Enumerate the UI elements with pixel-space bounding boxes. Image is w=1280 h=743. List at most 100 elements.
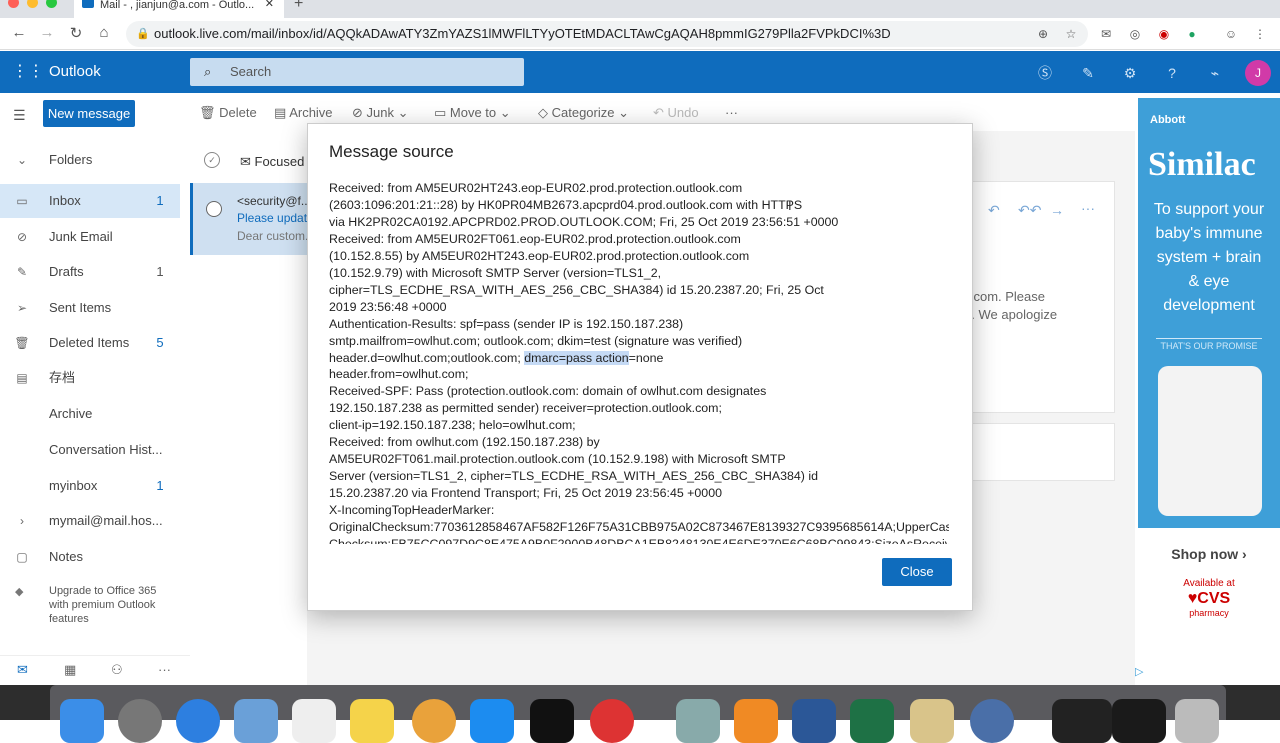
message-source-text[interactable]: Received: from AM5EUR02HT243.eop-EUR02.p… — [329, 180, 949, 544]
archive-label: Archive — [289, 105, 333, 120]
adchoices-icon[interactable]: ▷ — [1135, 665, 1143, 678]
ad-promise: THAT'S OUR PROMISE — [1156, 338, 1262, 351]
close-window-dot[interactable] — [8, 0, 19, 8]
archive-button[interactable]: ▤ Archive — [274, 105, 333, 121]
reply-icon[interactable]: ↶ — [988, 202, 1000, 219]
mail-extension-icon[interactable]: ✉ — [1097, 25, 1115, 43]
sidebar-item-archive-cn[interactable]: ▤ 存档 — [0, 361, 180, 395]
undo-button[interactable]: ↶ Undo — [653, 105, 699, 121]
extension-red-icon[interactable]: ◉ — [1155, 25, 1173, 43]
chevron-right-icon[interactable]: › — [14, 504, 30, 538]
textedit-icon[interactable] — [910, 699, 954, 743]
list-item[interactable]: <security@f... Please updat... Dear cust… — [190, 183, 317, 255]
window-thumbnail[interactable] — [1052, 699, 1112, 743]
sidebar-item-archive[interactable]: Archive — [0, 397, 180, 431]
chrome-icon[interactable] — [590, 699, 634, 743]
calendar-icon[interactable]: ▦ — [64, 662, 76, 678]
sidebar-item-sent[interactable]: ➢ Sent Items — [0, 291, 180, 325]
browser-tab[interactable]: Mail - , jianjun@a.com - Outlo... ✕ — [74, 0, 284, 18]
app-launcher-icon[interactable]: ⋮⋮ — [12, 63, 44, 81]
launchpad-icon[interactable] — [118, 699, 162, 743]
sidebar-item-myinbox[interactable]: myinbox 1 — [0, 469, 180, 503]
upgrade-link[interactable]: Upgrade to Office 365 with premium Outlo… — [49, 584, 169, 626]
selected-text: dmarc=pass action — [524, 350, 629, 365]
preview-icon[interactable] — [676, 699, 720, 743]
hamburger-menu-icon[interactable]: ☰ — [13, 107, 26, 124]
new-tab-button[interactable]: + — [294, 0, 303, 13]
delete-button[interactable]: 🗑 Delete — [199, 105, 257, 121]
outlook-brand[interactable]: Outlook — [49, 63, 101, 80]
forward-icon[interactable]: → — [1050, 202, 1064, 218]
photos-icon[interactable] — [412, 699, 456, 743]
more-options-icon[interactable]: ··· — [1081, 200, 1095, 216]
select-all-checkbox[interactable]: ✓ — [204, 152, 220, 168]
people-icon[interactable]: ⚇ — [111, 662, 123, 678]
compose-note-icon[interactable]: ✎ — [1078, 63, 1098, 83]
extension-icon[interactable]: ◎ — [1126, 25, 1144, 43]
sublime-icon[interactable] — [734, 699, 778, 743]
categorize-button[interactable]: ◇ Categorize ⌄ — [538, 105, 629, 121]
trash-dock-icon[interactable] — [1175, 699, 1219, 743]
maximize-window-dot[interactable] — [46, 0, 57, 8]
ad-shop-now[interactable]: Shop now › — [1138, 546, 1280, 562]
app-store-icon[interactable] — [470, 699, 514, 743]
menu-kebab-icon[interactable]: ⋮ — [1251, 25, 1269, 43]
sidebar-item-conversation-history[interactable]: Conversation Hist... — [0, 433, 180, 467]
new-message-button[interactable]: New message — [43, 100, 135, 127]
select-checkbox[interactable] — [206, 201, 222, 217]
finder-icon[interactable] — [60, 699, 104, 743]
excel-icon[interactable] — [850, 699, 894, 743]
more-actions-button[interactable]: ··· — [725, 105, 738, 120]
ad-product: Similac — [1148, 146, 1256, 183]
reload-icon[interactable]: ↻ — [66, 24, 86, 42]
sidebar-item-drafts[interactable]: ✎ Drafts 1 — [0, 255, 180, 289]
focused-label: Focused — [254, 154, 305, 169]
tab-close-icon[interactable]: ✕ — [265, 0, 274, 10]
mail-icon[interactable]: ✉ — [17, 662, 28, 678]
move-to-button[interactable]: ▭ Move to ⌄ — [434, 105, 511, 121]
skype-icon[interactable]: Ⓢ — [1035, 63, 1055, 83]
close-button[interactable]: Close — [882, 558, 952, 586]
tab-focused[interactable]: ✉ Focused — [240, 154, 304, 170]
back-arrow-icon[interactable]: ← — [9, 24, 29, 41]
more-apps-icon[interactable]: ··· — [158, 662, 171, 677]
ad-banner: Abbott Similac To support your baby's im… — [1138, 98, 1280, 528]
minimize-window-dot[interactable] — [27, 0, 38, 8]
gear-icon[interactable]: ⚙ — [1120, 63, 1140, 83]
window-thumbnail[interactable] — [1112, 699, 1166, 743]
sidebar-item-label: Drafts — [49, 264, 84, 279]
notes-app-icon[interactable] — [350, 699, 394, 743]
junk-button[interactable]: ⊘ Junk ⌄ — [352, 105, 409, 121]
dialog-title: Message source — [329, 142, 454, 161]
bookmark-star-icon[interactable]: ☆ — [1062, 25, 1080, 43]
contacts-icon[interactable] — [292, 699, 336, 743]
url-text: outlook.live.com/mail/inbox/id/AQQkADAwA… — [154, 26, 891, 41]
mail-app-icon[interactable] — [234, 699, 278, 743]
safari-icon[interactable] — [176, 699, 220, 743]
grammarly-icon[interactable]: ● — [1183, 25, 1201, 43]
profile-icon[interactable]: ☺ — [1222, 25, 1240, 43]
sidebar-item-label: 存档 — [49, 370, 76, 385]
sidebar-item-notes[interactable]: ▢ Notes — [0, 540, 180, 574]
terminal-icon[interactable] — [530, 699, 574, 743]
sidebar-item-deleted[interactable]: 🗑 Deleted Items 5 — [0, 326, 180, 360]
help-icon[interactable]: ? — [1162, 63, 1182, 83]
system-app-icon[interactable] — [970, 699, 1014, 743]
sidebar-item-mymail[interactable]: › mymail@mail.hos... — [0, 504, 180, 538]
browser-toolbar: ← → ↻ ⌂ 🔒 outlook.live.com/mail/inbox/id… — [0, 18, 1280, 50]
avatar[interactable]: J — [1245, 60, 1271, 86]
forward-arrow-icon[interactable]: → — [37, 24, 57, 41]
delete-label: Delete — [219, 105, 257, 120]
advertisement[interactable]: Abbott Similac To support your baby's im… — [1138, 98, 1280, 630]
address-bar[interactable]: 🔒 outlook.live.com/mail/inbox/id/AQQkADA… — [126, 21, 1088, 47]
sidebar-item-junk[interactable]: ⊘ Junk Email — [0, 220, 180, 254]
sidebar-item-inbox[interactable]: ▭ Inbox 1 — [0, 184, 180, 218]
home-icon[interactable]: ⌂ — [94, 24, 114, 41]
search-input[interactable]: ⌕ Search — [190, 58, 524, 86]
megaphone-icon[interactable]: ⌁ — [1205, 63, 1225, 83]
add-icon[interactable]: ⊕ — [1034, 25, 1052, 43]
word-icon[interactable] — [792, 699, 836, 743]
reply-all-icon[interactable]: ↶↶ — [1018, 202, 1041, 219]
folders-header[interactable]: ⌄ Folders — [0, 143, 180, 177]
undo-label: Undo — [667, 105, 699, 120]
